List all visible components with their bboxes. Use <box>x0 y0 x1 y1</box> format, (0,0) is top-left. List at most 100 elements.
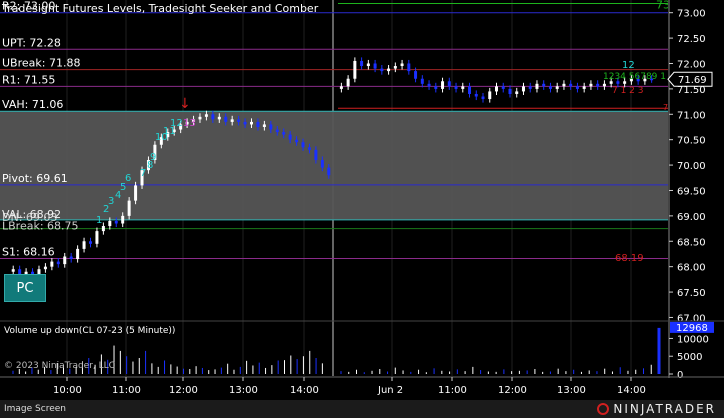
session2-candle <box>501 86 505 89</box>
session2-candle <box>596 83 600 87</box>
session2-candle <box>427 83 431 87</box>
volume-tick-label: 0 <box>677 370 683 381</box>
session1-candle <box>43 266 47 270</box>
session2-candle <box>353 60 357 79</box>
seeker-count-label: 6 <box>125 173 131 184</box>
price-chart-canvas[interactable]: 73768.19R2: 73.00UPT: 72.28UBreak: 71.88… <box>0 0 724 400</box>
price-tick-label: 69.00 <box>677 212 706 223</box>
brand-name: NINJATRADER <box>613 402 716 416</box>
session2-candle <box>393 66 397 69</box>
session2-candle <box>387 68 391 72</box>
session2-candle <box>589 83 593 87</box>
chart-window: 73 7 68.19 R2: 73.00 UPT: 72.28 UBreak: 71.88… <box>0 0 724 418</box>
session1-candle <box>63 256 67 265</box>
session1-candle <box>224 116 228 122</box>
session1-candle <box>114 220 118 224</box>
session2-candle <box>582 86 586 89</box>
session2-candle <box>373 63 377 69</box>
session2-candle <box>461 86 465 89</box>
pc-button[interactable]: PC <box>4 274 46 302</box>
session2-candle <box>521 86 525 92</box>
session1-candle <box>95 231 99 244</box>
session2-candle <box>528 86 532 89</box>
current-price-label: 71.69 <box>678 75 707 86</box>
session2-candle <box>360 60 364 67</box>
session1-candle <box>211 114 215 120</box>
seeker-sequence-label: 1234 56789 1 <box>603 72 666 82</box>
time-tick-label: Jun 2 <box>377 385 403 396</box>
session1-candle <box>69 256 73 260</box>
level-label-ubreak: UBreak: 71.88 <box>2 57 80 70</box>
session2-candle <box>542 83 546 87</box>
time-tick-label: 13:00 <box>229 385 258 396</box>
session1-candle <box>108 220 112 227</box>
price-tick-label: 72.00 <box>677 59 706 70</box>
time-tick-label: 10:00 <box>53 385 82 396</box>
level-label-pivot: Pivot: 69.61 <box>2 172 68 185</box>
session1-candle <box>282 132 286 135</box>
price-tick-label: 70.50 <box>677 136 706 147</box>
time-tick-label: 11:00 <box>112 385 141 396</box>
session1-candle <box>76 248 80 260</box>
session1-candle <box>56 261 60 265</box>
sell-arrow-icon: ↓ <box>179 96 191 112</box>
price-tick-label: 68.50 <box>677 237 706 248</box>
session2-candle <box>434 86 438 89</box>
ninjatrader-logo: NINJATRADER <box>597 402 716 416</box>
session1-candle <box>256 121 260 127</box>
price-tick-label: 67.50 <box>677 288 706 299</box>
ninjatrader-logo-icon <box>597 403 610 415</box>
level-label-upt: UPT: 72.28 <box>2 36 61 49</box>
price-tick-label: 70.00 <box>677 161 706 172</box>
session2-candle <box>515 91 519 94</box>
level-label-lbreak: LBreak: 68.75 <box>2 220 79 233</box>
value-area-band <box>0 111 668 220</box>
seeker-count-label: 9 <box>150 152 156 163</box>
session1-candle <box>50 261 54 267</box>
session2-candle <box>400 63 404 67</box>
session2-candle <box>508 88 512 94</box>
status-left-text: Image Screen <box>4 404 66 414</box>
volume-title: Volume up down(CL 07-23 (5 Minute)) <box>4 326 175 336</box>
session1-candle <box>320 160 324 168</box>
session2-candle <box>548 86 552 89</box>
seeker-count-label: 1 <box>96 215 102 226</box>
session2-candle <box>420 78 424 84</box>
session1-candle <box>301 142 305 148</box>
session2-candle <box>407 63 411 72</box>
session1-candle <box>243 121 247 125</box>
session2-candle <box>488 91 492 100</box>
level-label-s1: S1: 68.16 <box>2 246 55 259</box>
session2-candle <box>346 78 350 87</box>
seeker-count-label: 13 <box>183 118 196 129</box>
session1-candle <box>230 119 234 122</box>
price-tick-label: 72.50 <box>677 34 706 45</box>
seeker-count-label: 3 <box>108 196 114 207</box>
session2-candle <box>380 68 384 72</box>
seeker-count-label: 7 <box>140 168 146 179</box>
time-tick-label: 13:00 <box>557 385 586 396</box>
session1-candle <box>134 185 138 201</box>
session1-candle <box>307 147 311 150</box>
seeker-top-label: 12 <box>622 60 635 71</box>
session1-candle <box>82 241 86 249</box>
session1-candle <box>250 121 253 125</box>
price-tick-label: 73.00 <box>677 9 706 20</box>
chart-title: Tradesight Futures Levels, Tradesight Se… <box>1 2 319 15</box>
level-label-r1: R1: 71.55 <box>2 73 55 86</box>
price-tick-label: 69.50 <box>677 186 706 197</box>
session2-candle <box>468 86 472 94</box>
upper-target-label: 73 <box>656 0 670 12</box>
session2-candle <box>366 63 370 67</box>
session1-candle <box>11 269 15 272</box>
session1-candle <box>121 215 125 224</box>
session2-candle <box>441 81 445 89</box>
session1-candle <box>269 124 273 130</box>
session2-candle <box>575 86 579 89</box>
volume-tick-label: 5000 <box>677 352 702 363</box>
volume-tick-label: 10000 <box>677 334 709 345</box>
time-tick-label: 11:00 <box>438 385 467 396</box>
session1-candle <box>237 119 241 122</box>
time-tick-label: 14:00 <box>290 385 319 396</box>
time-tick-label: 14:00 <box>617 385 646 396</box>
